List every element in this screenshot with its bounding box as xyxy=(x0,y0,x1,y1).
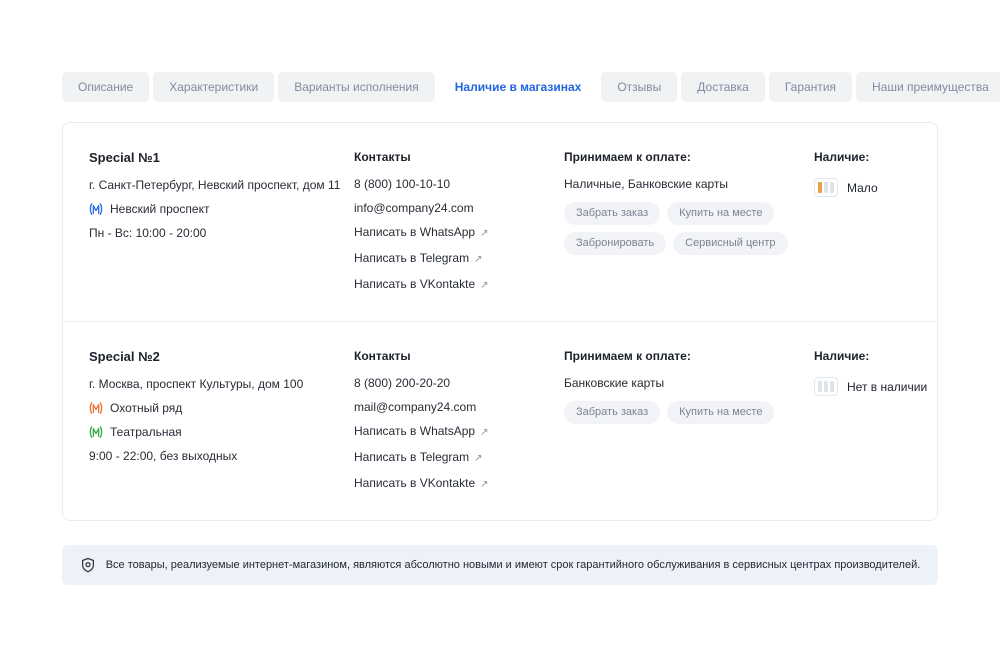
store-info-column: Special №2 г. Москва, проспект Культуры,… xyxy=(89,349,354,503)
tab-specifications[interactable]: Характеристики xyxy=(153,72,274,102)
store-title: Special №1 xyxy=(89,150,354,165)
stock-label: Нет в наличии xyxy=(847,380,927,394)
service-chip: Забрать заказ xyxy=(564,202,660,225)
service-chip: Забрать заказ xyxy=(564,401,660,424)
metro-station-name: Театральная xyxy=(110,426,182,438)
metro-station: Невский проспект xyxy=(89,203,354,215)
shield-icon xyxy=(80,557,96,573)
stock-label: Мало xyxy=(847,181,878,195)
payment-header: Принимаем к оплате: xyxy=(564,150,814,164)
payment-methods: Наличные, Банковские карты xyxy=(564,178,814,190)
service-chip: Купить на месте xyxy=(667,202,774,225)
contacts-column: Контакты 8 (800) 100-10-10 info@company2… xyxy=(354,150,564,304)
stock-bar xyxy=(830,182,834,193)
external-link-icon: ↗ xyxy=(480,427,488,438)
payment-column: Принимаем к оплате: Банковские карты Заб… xyxy=(564,349,814,503)
store-hours: Пн - Вс: 10:00 - 20:00 xyxy=(89,227,354,239)
availability-column: Наличие: Нет в наличии xyxy=(814,349,927,503)
stock-bar xyxy=(818,182,822,193)
metro-station-name: Охотный ряд xyxy=(110,402,182,414)
phone-number: 8 (800) 200-20-20 xyxy=(354,377,564,389)
external-link-icon: ↗ xyxy=(480,280,488,291)
store-address: г. Санкт-Петербург, Невский проспект, до… xyxy=(89,179,354,191)
whatsapp-link[interactable]: Написать в WhatsApp ↗ xyxy=(354,226,564,240)
availability-header: Наличие: xyxy=(814,150,911,164)
vkontakte-link-label: Написать в VKontakte xyxy=(354,277,475,291)
guarantee-banner: Все товары, реализуемые интернет-магазин… xyxy=(62,545,938,585)
tab-store-availability[interactable]: Наличие в магазинах xyxy=(439,72,598,102)
vkontakte-link[interactable]: Написать в VKontakte ↗ xyxy=(354,477,564,491)
store-row-2: Special №2 г. Москва, проспект Культуры,… xyxy=(63,321,937,520)
payment-column: Принимаем к оплате: Наличные, Банковские… xyxy=(564,150,814,304)
telegram-link-label: Написать в Telegram xyxy=(354,450,469,464)
stock-bar xyxy=(818,381,822,392)
store-row-1: Special №1 г. Санкт-Петербург, Невский п… xyxy=(63,123,937,321)
metro-station-name: Невский проспект xyxy=(110,203,209,215)
stock-bar xyxy=(824,182,828,193)
stock-status: Нет в наличии xyxy=(814,377,927,396)
stock-indicator xyxy=(814,178,838,197)
payment-methods: Банковские карты xyxy=(564,377,814,389)
vkontakte-link-label: Написать в VKontakte xyxy=(354,476,475,490)
metro-icon xyxy=(89,203,103,215)
external-link-icon: ↗ xyxy=(480,479,488,490)
external-link-icon: ↗ xyxy=(480,228,488,239)
availability-header: Наличие: xyxy=(814,349,927,363)
external-link-icon: ↗ xyxy=(474,453,482,464)
service-chip: Сервисный центр xyxy=(673,232,787,255)
vkontakte-link[interactable]: Написать в VKontakte ↗ xyxy=(354,278,564,292)
service-chips: Забрать заказ Купить на месте Заброниров… xyxy=(564,202,794,255)
store-address: г. Москва, проспект Культуры, дом 100 xyxy=(89,378,354,390)
tab-advantages[interactable]: Наши преимущества xyxy=(856,72,1000,102)
metro-icon xyxy=(89,426,103,438)
tab-reviews[interactable]: Отзывы xyxy=(601,72,677,102)
whatsapp-link-label: Написать в WhatsApp xyxy=(354,225,475,239)
service-chip: Купить на месте xyxy=(667,401,774,424)
stock-bar xyxy=(824,381,828,392)
store-info-column: Special №1 г. Санкт-Петербург, Невский п… xyxy=(89,150,354,304)
metro-icon xyxy=(89,402,103,414)
contacts-header: Контакты xyxy=(354,349,564,363)
email-address: info@company24.com xyxy=(354,202,564,214)
store-title: Special №2 xyxy=(89,349,354,364)
tab-delivery[interactable]: Доставка xyxy=(681,72,765,102)
contacts-column: Контакты 8 (800) 200-20-20 mail@company2… xyxy=(354,349,564,503)
page-content: Описание Характеристики Варианты исполне… xyxy=(62,72,938,585)
email-address: mail@company24.com xyxy=(354,401,564,413)
telegram-link[interactable]: Написать в Telegram ↗ xyxy=(354,252,564,266)
guarantee-text: Все товары, реализуемые интернет-магазин… xyxy=(106,559,921,572)
telegram-link[interactable]: Написать в Telegram ↗ xyxy=(354,451,564,465)
tab-description[interactable]: Описание xyxy=(62,72,149,102)
store-hours: 9:00 - 22:00, без выходных xyxy=(89,450,354,462)
service-chips: Забрать заказ Купить на месте xyxy=(564,401,794,424)
service-chip: Забронировать xyxy=(564,232,666,255)
contacts-header: Контакты xyxy=(354,150,564,164)
metro-station: Охотный ряд xyxy=(89,402,354,414)
stock-indicator xyxy=(814,377,838,396)
stores-card: Special №1 г. Санкт-Петербург, Невский п… xyxy=(62,122,938,521)
stock-status: Мало xyxy=(814,178,911,197)
whatsapp-link-label: Написать в WhatsApp xyxy=(354,424,475,438)
phone-number: 8 (800) 100-10-10 xyxy=(354,178,564,190)
availability-column: Наличие: Мало xyxy=(814,150,911,304)
tab-warranty[interactable]: Гарантия xyxy=(769,72,852,102)
tab-bar: Описание Характеристики Варианты исполне… xyxy=(62,72,938,102)
tab-variants[interactable]: Варианты исполнения xyxy=(278,72,435,102)
telegram-link-label: Написать в Telegram xyxy=(354,251,469,265)
whatsapp-link[interactable]: Написать в WhatsApp ↗ xyxy=(354,425,564,439)
payment-header: Принимаем к оплате: xyxy=(564,349,814,363)
external-link-icon: ↗ xyxy=(474,254,482,265)
stock-bar xyxy=(830,381,834,392)
metro-station: Театральная xyxy=(89,426,354,438)
